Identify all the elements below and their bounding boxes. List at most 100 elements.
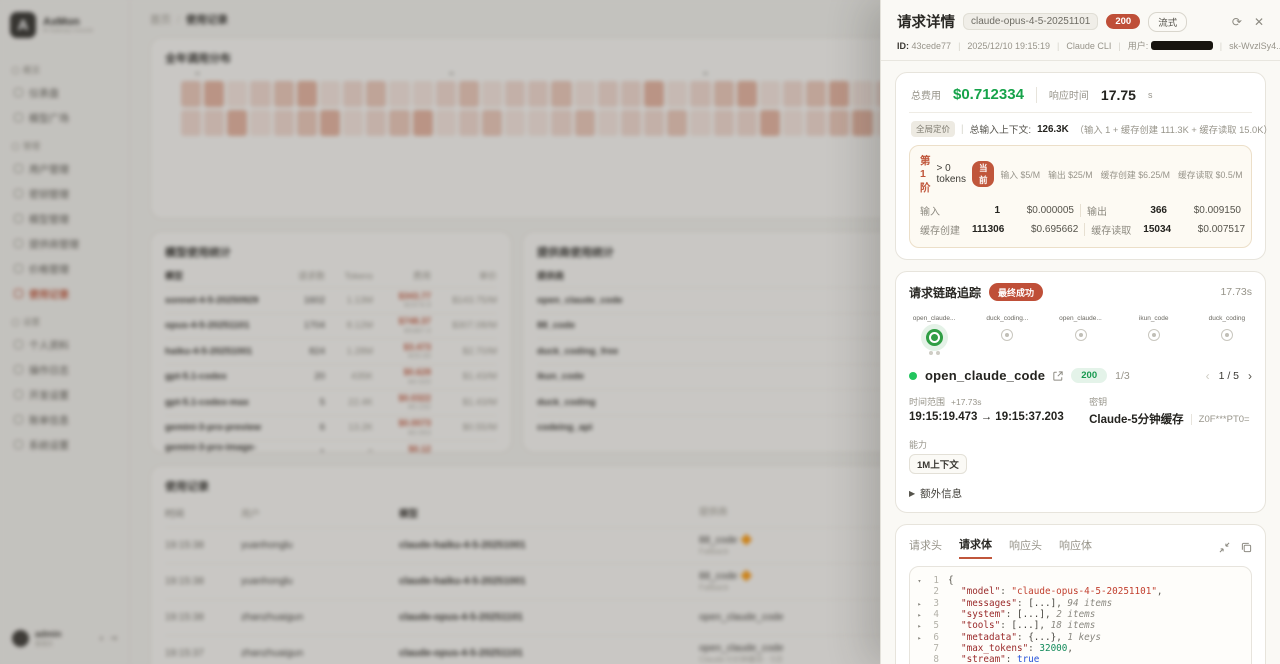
total-cost-value: $0.712334 [953, 86, 1024, 103]
line-number: 4 [925, 609, 939, 620]
refresh-icon[interactable]: ⟳ [1232, 16, 1242, 28]
trace-node[interactable]: open_claude... [1055, 315, 1105, 355]
fold-chevron-icon[interactable]: ▾ [914, 578, 925, 586]
drawer-body: 总费用 $0.712334 响应时间 17.75 s 全局定价 | 总输入上下文… [881, 61, 1280, 664]
tier-data-row: 输入1$0.000005输出366$0.009150 [920, 201, 1241, 220]
trace-card: 请求链路追踪 最终成功 17.73s open_claude... duck_co… [895, 271, 1266, 513]
json-line: ▸6"metadata": {...}, 1 keys [914, 632, 1243, 643]
tier-data-row: 缓存创建111306$0.695662缓存读取15034$0.007517 [920, 220, 1241, 239]
tier-rates: 输入 $5/M 输出 $25/M 缓存创建 $6.25/M 缓存读取 $0.5/M [1000, 168, 1242, 181]
trace-node[interactable]: duck_coding... [982, 315, 1032, 355]
key-name: Claude-5分钟缓存 [1089, 411, 1184, 427]
trace-node[interactable]: ikun_code [1129, 315, 1179, 355]
tier-rate: 输出 $25/M [1048, 168, 1093, 181]
time-range-field: 时间范围 +17.73s 19:15:19.473 → 19:15:37.203 [909, 395, 1089, 427]
trace-duration: 17.73s [1220, 286, 1252, 298]
drawer-header: 请求详情 claude-opus-4-5-20251101 200 流式 ⟳ ✕… [881, 0, 1280, 61]
json-line: 7"max_tokens": 32000, [914, 643, 1243, 654]
drawer-title: 请求详情 [897, 11, 955, 32]
cost-card: 总费用 $0.712334 响应时间 17.75 s 全局定价 | 总输入上下文… [895, 72, 1266, 260]
line-number: 1 [925, 575, 939, 586]
pricing-tier-box: 第 1 阶 > 0 tokens 当前 输入 $5/M 输出 $25/M 缓存创建 … [909, 145, 1252, 248]
external-link-icon[interactable] [1053, 371, 1063, 381]
tier-name: 第 1 阶 [920, 153, 931, 195]
stream-badge: 流式 [1148, 12, 1187, 32]
key-field: 密钥 Claude-5分钟缓存 Z0F***PT0= [1089, 395, 1252, 427]
line-number: 8 [925, 654, 939, 664]
request-client: Claude CLI [1066, 41, 1111, 51]
request-meta: ID: 43cede77 | 2025/12/10 19:15:19 | Cla… [897, 39, 1264, 52]
trace-node-idle-icon[interactable] [1001, 329, 1013, 341]
trace-node-idle-icon[interactable] [1148, 329, 1160, 341]
json-line: ▸3"messages": [...], 94 items [914, 598, 1243, 609]
total-cost-label: 总费用 [911, 87, 941, 102]
close-icon[interactable]: ✕ [1254, 16, 1264, 28]
request-user: 用户: [1128, 39, 1213, 52]
json-line: 8"stream": true [914, 654, 1243, 664]
line-number: 2 [925, 586, 939, 597]
fold-chevron-icon[interactable]: ▸ [914, 623, 925, 631]
pager-prev-icon[interactable]: ‹ [1206, 369, 1210, 383]
payload-card: 请求头请求体响应头响应体 ▾1{2"model": "claude-opus-4… [895, 524, 1266, 664]
api-key: sk-WvzlSy4...uwgB [1229, 41, 1280, 51]
tier-current-badge: 当前 [972, 161, 995, 187]
tier-rate: 缓存读取 $0.5/M [1178, 168, 1243, 181]
json-line: ▾1{ [914, 575, 1243, 586]
json-line: ▸4"system": [...], 2 items [914, 609, 1243, 620]
tab-active[interactable]: 请求体 [959, 536, 992, 559]
response-time-label: 响应时间 [1049, 87, 1089, 102]
pager-position: 1 / 5 [1219, 370, 1239, 382]
trace-node-label: open_claude... [913, 315, 956, 322]
tier-rate: 输入 $5/M [1000, 168, 1040, 181]
line-number: 3 [925, 598, 939, 609]
fold-chevron-icon[interactable]: ▸ [914, 635, 925, 643]
request-time: 2025/12/10 19:15:19 [967, 41, 1050, 51]
status-badge: 200 [1106, 14, 1140, 29]
tier-range: > 0 tokens [937, 163, 966, 185]
fold-chevron-icon[interactable]: ▸ [914, 612, 925, 620]
pricing-scope-badge: 全局定价 [911, 121, 955, 137]
pager-next-icon[interactable]: › [1248, 369, 1252, 383]
time-offset: +17.73s [951, 397, 982, 407]
tier-rate: 缓存创建 $6.25/M [1101, 168, 1170, 181]
tab-item[interactable]: 响应头 [1009, 537, 1042, 558]
trace-node-label: open_claude... [1059, 315, 1102, 322]
trace-node-active-icon[interactable] [926, 329, 943, 346]
context-summary: 全局定价 | 总输入上下文: 126.3K （输入 1 + 缓存创建 111.3… [909, 112, 1252, 145]
request-detail-drawer: 请求详情 claude-opus-4-5-20251101 200 流式 ⟳ ✕… [880, 0, 1280, 664]
trace-node-idle-icon[interactable] [1221, 329, 1233, 341]
node-attempt: 1/3 [1115, 370, 1130, 382]
context-total: 126.3K [1037, 124, 1069, 135]
trace-status-badge: 最终成功 [989, 283, 1043, 301]
capability-field: 能力 1M上下文 [909, 438, 1089, 474]
redacted-username [1151, 41, 1213, 50]
app-window: A AxMon AI Gateway Console 概览仪表盘模型广场管理用户… [0, 0, 1280, 664]
line-number: 6 [925, 632, 939, 643]
node-status-badge: 200 [1071, 368, 1107, 383]
success-dot-icon [909, 372, 917, 380]
time-range-value: 19:15:19.473 → 19:15:37.203 [909, 411, 1089, 423]
trace-title: 请求链路追踪 [909, 284, 981, 301]
caret-right-icon: ▶ [909, 489, 915, 498]
json-line: 2"model": "claude-opus-4-5-20251101", [914, 586, 1243, 597]
trace-node-detail-header: open_claude_code 200 1/3 ‹ 1 / 5 › [909, 368, 1252, 383]
line-number: 5 [925, 620, 939, 631]
response-time-value: 17.75 [1101, 87, 1136, 103]
payload-tabs: 请求头请求体响应头响应体 [909, 536, 1252, 559]
request-id: 43cede77 [912, 41, 952, 51]
collapse-icon[interactable] [1219, 542, 1230, 553]
trace-timeline: open_claude... duck_coding... open_claude.… [909, 315, 1252, 355]
json-viewer[interactable]: ▾1{2"model": "claude-opus-4-5-20251101",… [909, 566, 1252, 664]
fold-chevron-icon[interactable]: ▸ [914, 601, 925, 609]
tab-item[interactable]: 响应体 [1059, 537, 1092, 558]
extra-info-toggle[interactable]: ▶ 额外信息 [909, 486, 1252, 501]
trace-node[interactable]: open_claude... [909, 315, 959, 355]
trace-node[interactable]: duck_coding [1202, 315, 1252, 355]
copy-icon[interactable] [1241, 542, 1252, 553]
capability-tag: 1M上下文 [909, 454, 967, 474]
tab-item[interactable]: 请求头 [909, 537, 942, 558]
trace-node-idle-icon[interactable] [1075, 329, 1087, 341]
trace-node-label: duck_coding [1209, 315, 1246, 322]
model-badge: claude-opus-4-5-20251101 [963, 13, 1098, 30]
trace-node-label: ikun_code [1139, 315, 1169, 322]
